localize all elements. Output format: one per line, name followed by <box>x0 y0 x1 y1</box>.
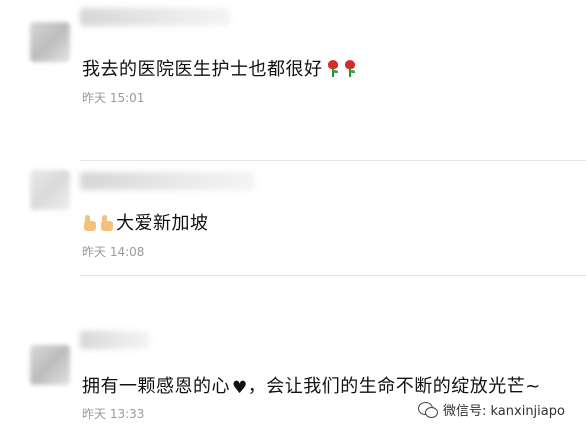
username-blurred[interactable] <box>80 8 230 26</box>
comment-time: 昨天 13:33 <box>82 407 145 421</box>
avatar[interactable] <box>30 22 70 62</box>
comment-time: 昨天 14:08 <box>82 245 145 259</box>
watermark: 微信号: kanxinjiapo <box>418 400 565 419</box>
thumbs-up-emoji <box>82 215 98 231</box>
thumbs-up-emoji <box>99 215 115 231</box>
comment-item: 我去的医院医生护士也都很好 昨天 15:01 <box>0 0 586 161</box>
wechat-icon <box>418 401 438 418</box>
avatar[interactable] <box>30 170 70 210</box>
rose-emoji <box>326 59 340 77</box>
username-blurred[interactable] <box>80 172 255 190</box>
rose-emoji <box>343 59 357 77</box>
heart-emoji: ♥ <box>232 378 248 398</box>
username-blurred[interactable] <box>80 331 150 349</box>
comment-text: 大爱新加坡 <box>82 209 209 235</box>
divider <box>80 275 586 276</box>
comment-item: 大爱新加坡 昨天 14:08 <box>0 160 586 276</box>
watermark-text: 微信号: kanxinjiapo <box>443 404 565 419</box>
comment-time: 昨天 15:01 <box>82 91 145 105</box>
comment-text: 拥有一颗感恩的心 ♥，会让我们的生命不断的绽放光芒~ <box>82 376 541 398</box>
comment-text: 我去的医院医生护士也都很好 <box>82 55 357 81</box>
avatar[interactable] <box>30 345 70 385</box>
